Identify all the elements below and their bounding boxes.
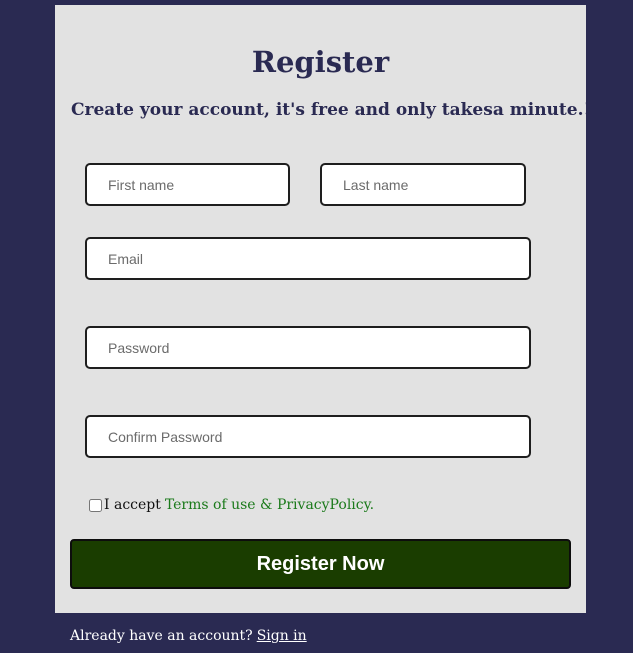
register-now-button[interactable]: Register Now [70, 539, 571, 589]
confirm-password-input[interactable] [85, 415, 531, 458]
first-name-input[interactable] [85, 163, 290, 206]
last-name-input[interactable] [320, 163, 526, 206]
terms-prefix-label: I accept [104, 497, 161, 513]
terms-row: I accept Terms of use & PrivacyPolicy. [89, 497, 374, 513]
signin-prompt-text: Already have an account? [70, 628, 253, 644]
terms-link[interactable]: Terms of use & PrivacyPolicy. [165, 497, 374, 513]
subtitle: Create your account, it's free and only … [71, 100, 591, 120]
signin-prompt: Already have an account? Sign in [70, 628, 307, 644]
sign-in-link[interactable]: Sign in [257, 628, 307, 644]
terms-checkbox[interactable] [89, 498, 102, 512]
register-card: Register Create your account, it's free … [55, 5, 591, 613]
page-title: Register [251, 45, 390, 79]
password-input[interactable] [85, 326, 531, 369]
email-input[interactable] [85, 237, 531, 280]
